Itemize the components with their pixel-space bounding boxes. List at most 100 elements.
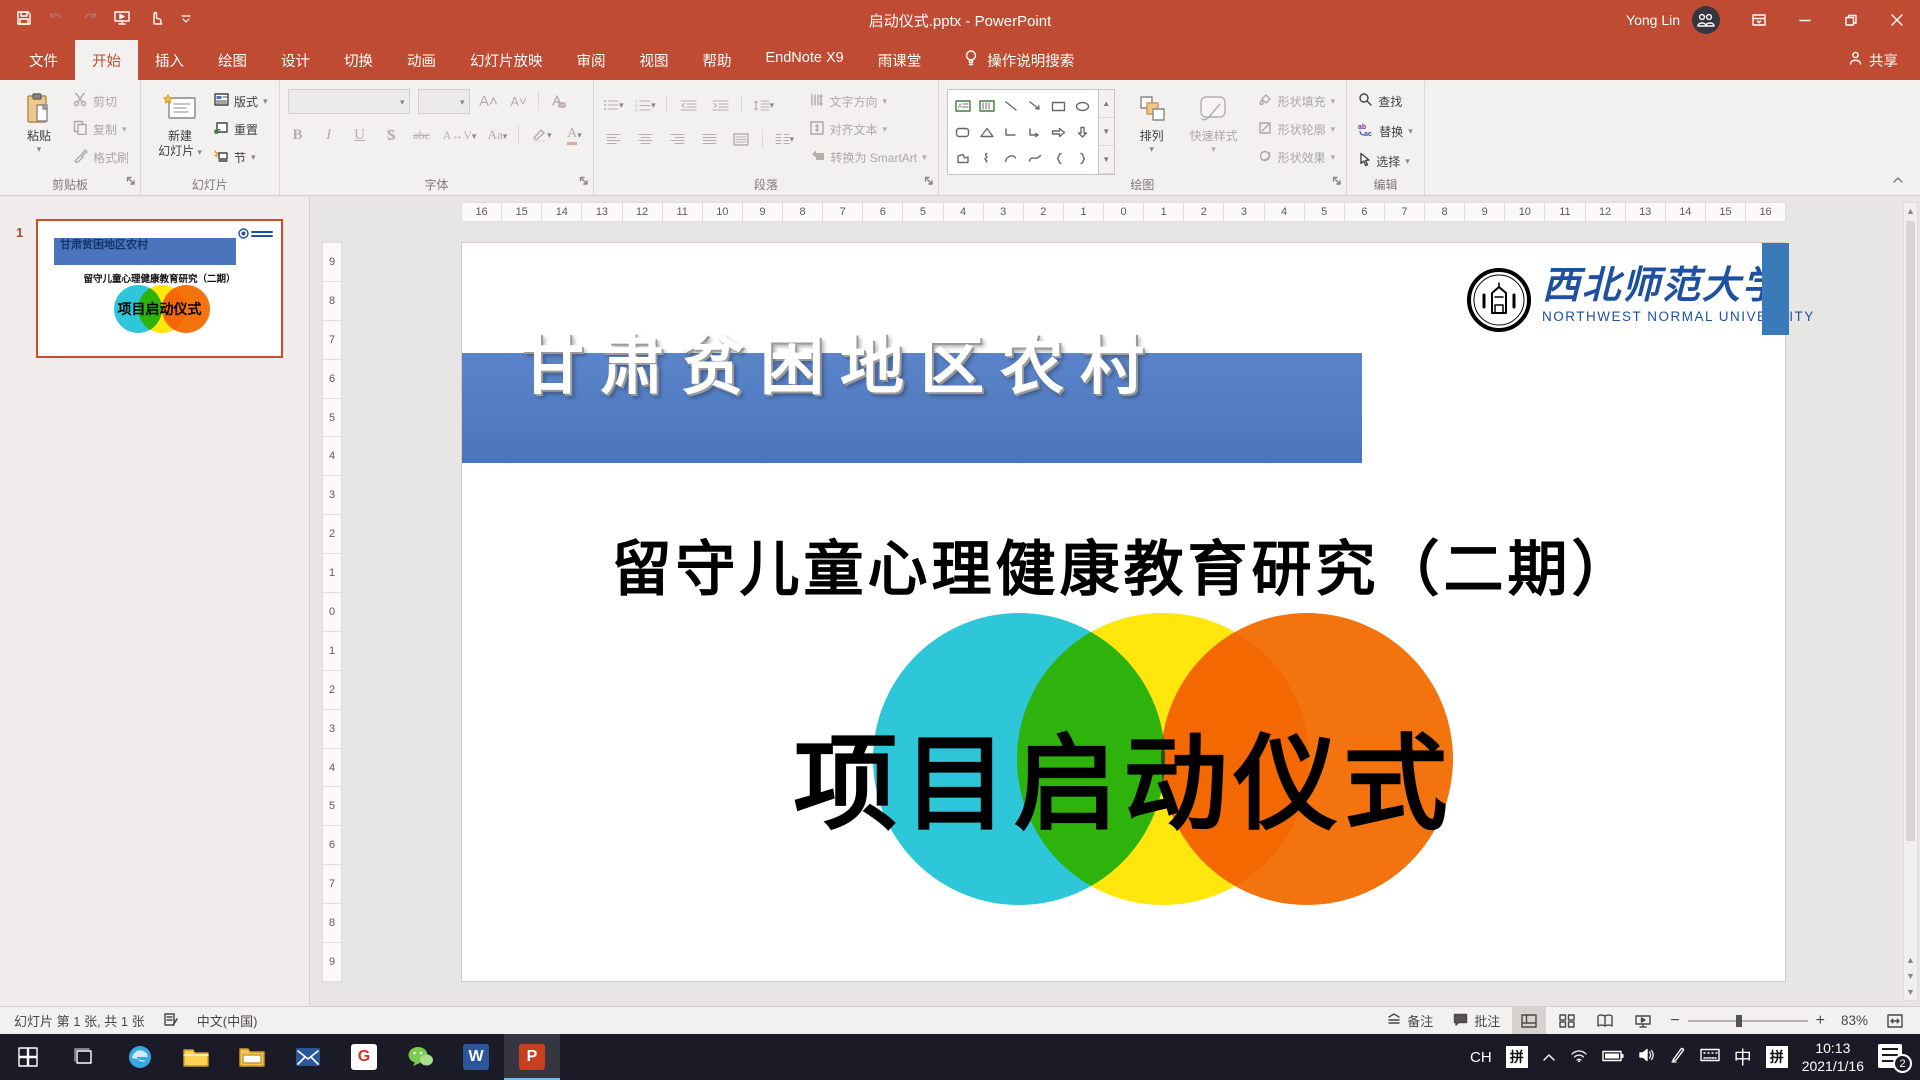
columns-icon[interactable]: ▾ [773,128,795,150]
shape-outline-button[interactable]: 形状轮廓▾ [1255,117,1339,141]
slide-thumbnail[interactable]: 甘肃贫困地区农村 留守儿童心理健康教育研究（二期） 项目启动仪式 [36,219,283,358]
paste-button[interactable]: 粘贴 ▾ [8,85,70,155]
highlight-color-icon[interactable]: ▾ [530,124,552,146]
new-slide-button[interactable]: 新建幻灯片 ▾ [149,85,211,159]
shape-effects-button[interactable]: 形状效果▾ [1255,145,1339,169]
pen-icon[interactable] [1670,1047,1686,1067]
decrease-indent-icon[interactable] [677,94,699,116]
shape-fill-button[interactable]: 形状填充▾ [1255,89,1339,113]
text-shadow-icon[interactable]: S [381,127,401,144]
strikethrough-icon[interactable]: abc [412,128,432,143]
drawing-dialog-launcher[interactable] [1332,173,1342,191]
restore-button[interactable] [1828,0,1874,40]
close-button[interactable] [1874,0,1920,40]
layout-button[interactable]: 版式▾ [211,89,271,113]
text-direction-button[interactable]: 文字方向▾ [807,89,929,113]
customize-qat-icon[interactable] [181,11,191,29]
tab-view[interactable]: 视图 [623,40,686,80]
clipboard-dialog-launcher[interactable] [126,173,136,191]
notification-center-icon[interactable]: 2 [1878,1044,1908,1070]
slide-canvas[interactable]: 甘肃贫困地区农村 西北师范大学 NORTHWEST NORMAL UNIVERS… [461,242,1786,982]
scrollbar-thumb[interactable] [1906,221,1915,841]
font-dialog-launcher[interactable] [579,173,589,191]
corner-tab-shape[interactable] [1762,243,1789,335]
ime-pinyin-badge[interactable]: 拼 [1506,1046,1528,1068]
tab-animations[interactable]: 动画 [390,40,453,80]
comments-button[interactable]: 批注 [1445,1007,1508,1035]
tab-review[interactable]: 审阅 [560,40,623,80]
zoom-level[interactable]: 83% [1841,1013,1868,1028]
align-text-button[interactable]: 对齐文本▾ [807,117,929,141]
start-slideshow-icon[interactable] [114,10,131,31]
arrange-button[interactable]: 排列 ▾ [1121,85,1183,155]
cut-button[interactable]: 剪切 [70,89,132,113]
clock[interactable]: 10:13 2021/1/16 [1802,1039,1864,1075]
wifi-icon[interactable] [1570,1048,1588,1067]
avatar[interactable] [1692,6,1720,34]
ime-language-indicator[interactable]: 中 [1734,1044,1752,1070]
next-slide-icon[interactable]: ▼ [1904,968,1917,984]
vertical-scrollbar[interactable]: ▲ ▲ ▼ ▼ [1903,202,1918,1001]
shapes-gallery[interactable]: A [947,89,1099,175]
quick-styles-button[interactable]: 快速样式 ▾ [1183,85,1245,155]
slide-sorter-button[interactable] [1550,1007,1584,1035]
decrease-font-size-icon[interactable]: A˅ [508,90,530,112]
banner-title-text[interactable]: 甘肃贫困地区农村 [520,315,1160,407]
font-size-combobox[interactable]: ▾ [418,89,470,114]
undo-icon[interactable] [48,10,65,31]
line-spacing-icon[interactable]: ▾ [752,94,774,116]
convert-smartart-button[interactable]: 转换为 SmartArt▾ [807,145,929,169]
paragraph-dialog-launcher[interactable] [924,173,934,191]
share-button[interactable]: 共享 [1849,40,1920,80]
subtitle-text[interactable]: 留守儿童心理健康教育研究（二期） [462,521,1785,608]
tell-me-search[interactable]: 操作说明搜索 [964,40,1074,80]
tab-design[interactable]: 设计 [264,40,327,80]
folder-icon[interactable] [224,1034,280,1080]
ribbon-display-options-icon[interactable] [1736,0,1782,40]
volume-icon[interactable] [1638,1048,1656,1066]
clear-formatting-icon[interactable] [547,90,569,112]
tab-slideshow[interactable]: 幻灯片放映 [453,40,560,80]
file-explorer-icon[interactable] [168,1034,224,1080]
touch-mouse-mode-icon[interactable] [147,10,165,31]
tab-endnote[interactable]: EndNote X9 [749,40,861,80]
italic-icon[interactable]: I [319,127,339,144]
justify-icon[interactable] [698,128,720,150]
bold-icon[interactable]: B [288,127,308,144]
touch-keyboard-icon[interactable] [1700,1048,1720,1066]
fit-slide-to-window-icon[interactable] [1878,1007,1912,1035]
ime-mode-badge[interactable]: 拼 [1766,1046,1788,1068]
word-icon[interactable]: W [448,1034,504,1080]
tab-draw[interactable]: 绘图 [201,40,264,80]
battery-icon[interactable] [1602,1049,1624,1066]
numbering-icon[interactable]: 123▾ [634,94,656,116]
g-app-icon[interactable]: G [336,1034,392,1080]
reading-view-button[interactable] [1588,1007,1622,1035]
mail-icon[interactable] [280,1034,336,1080]
spell-check-icon[interactable] [163,1012,179,1030]
align-right-icon[interactable] [666,128,688,150]
edge-browser-icon[interactable] [112,1034,168,1080]
increase-indent-icon[interactable] [709,94,731,116]
character-spacing-icon[interactable]: A↔V▾ [443,128,477,143]
powerpoint-icon[interactable]: P [504,1034,560,1080]
tab-rain-classroom[interactable]: 雨课堂 [861,40,939,80]
tab-transitions[interactable]: 切换 [327,40,390,80]
minimize-button[interactable] [1782,0,1828,40]
align-center-icon[interactable] [634,128,656,150]
hidden-icons-chevron-icon[interactable] [1542,1049,1556,1066]
tab-file[interactable]: 文件 [12,40,75,80]
zoom-slider-handle[interactable] [1736,1015,1742,1027]
copy-button[interactable]: 复制▾ [70,117,132,141]
change-case-icon[interactable]: Aa▾ [487,127,507,143]
zoom-in-button[interactable]: + [1816,1012,1825,1030]
reset-button[interactable]: 重置 [211,117,271,141]
font-color-icon[interactable]: A▾ [563,124,585,146]
bullets-icon[interactable]: ▾ [602,94,624,116]
increase-font-size-icon[interactable]: A˄ [478,90,500,112]
save-icon[interactable] [16,10,32,31]
zoom-slider[interactable] [1688,1020,1808,1022]
tab-help[interactable]: 帮助 [686,40,749,80]
shapes-gallery-scrollbar[interactable]: ▲ ▼ ▼ [1099,89,1115,175]
previous-slide-icon[interactable]: ▲ [1904,952,1917,968]
